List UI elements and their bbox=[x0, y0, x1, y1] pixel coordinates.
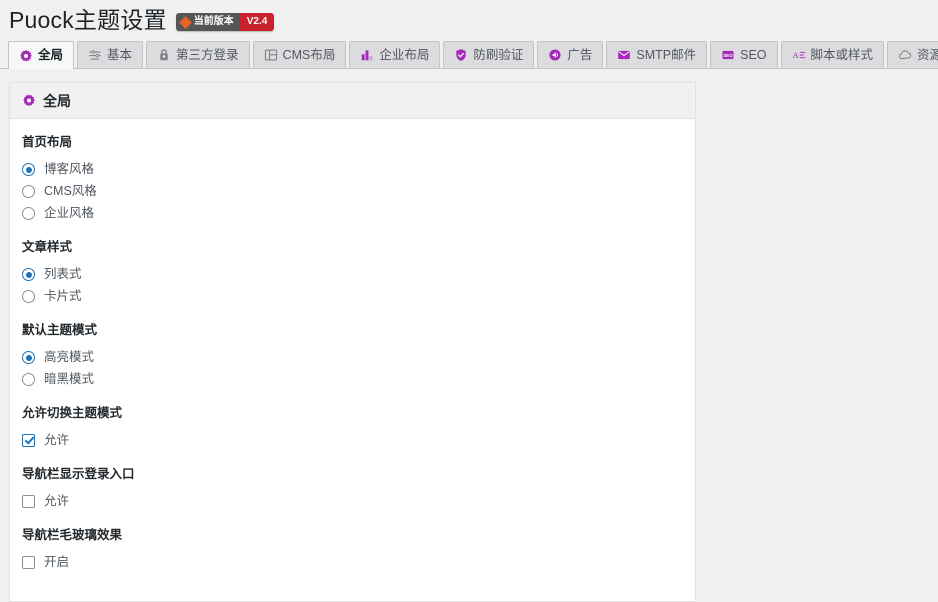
version-badge-left: 当前版本 bbox=[175, 13, 240, 31]
page-title: Puock主题设置 bbox=[9, 7, 167, 34]
seo-icon: SEO bbox=[721, 48, 735, 62]
code-icon: A bbox=[792, 48, 806, 62]
field-label: 文章样式 bbox=[22, 240, 73, 254]
diamond-icon bbox=[178, 15, 192, 29]
mail-icon bbox=[617, 48, 631, 62]
option-label: 企业风格 bbox=[44, 206, 95, 221]
option-label: 卡片式 bbox=[44, 289, 82, 304]
radio-option[interactable]: 博客风格 bbox=[22, 161, 683, 178]
radio-option[interactable]: 高亮模式 bbox=[22, 349, 683, 366]
svg-text:A: A bbox=[792, 50, 799, 60]
tab-6[interactable]: 防刷验证 bbox=[443, 41, 535, 68]
page-header: Puock主题设置 当前版本 V2.4 bbox=[0, 0, 938, 36]
field-label: 首页布局 bbox=[22, 135, 73, 149]
radio-option[interactable]: CMS风格 bbox=[22, 183, 683, 200]
radio-option[interactable]: 企业风格 bbox=[22, 205, 683, 222]
tab-label: 基本 bbox=[107, 47, 133, 62]
sliders-icon bbox=[88, 48, 102, 62]
layout-icon bbox=[264, 48, 278, 62]
tab-label: CMS布局 bbox=[282, 47, 336, 62]
radio-option[interactable]: 卡片式 bbox=[22, 288, 683, 305]
field-label: 默认主题模式 bbox=[22, 323, 98, 337]
field-group: 导航栏显示登录入口允许 bbox=[22, 467, 683, 510]
tab-1[interactable]: 全局 bbox=[8, 41, 75, 69]
tab-3[interactable]: 第三方登录 bbox=[146, 41, 250, 68]
tab-label: 第三方登录 bbox=[176, 47, 239, 62]
field-label: 允许切换主题模式 bbox=[22, 406, 123, 420]
radio-button[interactable] bbox=[22, 207, 35, 220]
option-label: 暗黑模式 bbox=[44, 372, 95, 387]
radio-button[interactable] bbox=[22, 163, 35, 176]
field-label: 导航栏显示登录入口 bbox=[22, 467, 135, 481]
radio-button[interactable] bbox=[22, 351, 35, 364]
version-badge-right: V2.4 bbox=[239, 13, 275, 31]
option-label: 列表式 bbox=[44, 267, 82, 282]
svg-text:SEO: SEO bbox=[723, 53, 733, 58]
field-label: 导航栏毛玻璃效果 bbox=[22, 528, 123, 542]
gear-icon bbox=[22, 94, 36, 108]
option-label: 允许 bbox=[44, 433, 70, 448]
field-group: 默认主题模式高亮模式暗黑模式 bbox=[22, 323, 683, 388]
option-label: 允许 bbox=[44, 494, 70, 509]
version-badge-label: 当前版本 bbox=[193, 16, 234, 27]
tab-label: SMTP邮件 bbox=[636, 47, 697, 62]
tab-label: 防刷验证 bbox=[473, 47, 524, 62]
field-group: 导航栏毛玻璃效果开启 bbox=[22, 528, 683, 571]
radio-button[interactable] bbox=[22, 373, 35, 386]
chart-icon bbox=[360, 48, 374, 62]
shield-check-icon bbox=[454, 48, 468, 62]
tab-10[interactable]: A 脚本或样式 bbox=[780, 41, 885, 68]
tab-9[interactable]: SEO SEO bbox=[710, 41, 778, 68]
panel-header: 全局 bbox=[10, 83, 695, 119]
option-label: 开启 bbox=[44, 555, 70, 570]
field-group: 首页布局博客风格 CMS风格企业风格 bbox=[22, 135, 683, 222]
field-group: 文章样式列表式卡片式 bbox=[22, 240, 683, 305]
tab-2[interactable]: 基本 bbox=[77, 41, 144, 68]
radio-button[interactable] bbox=[22, 185, 35, 198]
gear-icon bbox=[19, 49, 33, 63]
option-label: 高亮模式 bbox=[44, 350, 95, 365]
version-badge: 当前版本 V2.4 bbox=[175, 13, 275, 31]
checkbox-option[interactable]: 开启 bbox=[22, 554, 683, 571]
field-group: 允许切换主题模式允许 bbox=[22, 406, 683, 449]
lock-icon bbox=[157, 48, 171, 62]
checkbox-input[interactable] bbox=[22, 495, 35, 508]
tab-label: 广告 bbox=[567, 47, 593, 62]
checkbox-option[interactable]: 允许 bbox=[22, 432, 683, 449]
radio-button[interactable] bbox=[22, 290, 35, 303]
panel-body: 首页布局博客风格 CMS风格企业风格文章样式列表式卡片式默认主题模式高亮模式暗黑模… bbox=[10, 119, 695, 601]
tab-label: 脚本或样式 bbox=[810, 47, 874, 62]
version-number: V2.4 bbox=[246, 16, 268, 27]
tab-4[interactable]: CMS布局 bbox=[252, 41, 347, 68]
tab-label: 企业布局 bbox=[379, 47, 430, 62]
tab-8[interactable]: SMTP邮件 bbox=[606, 41, 708, 68]
cloud-icon bbox=[898, 48, 912, 62]
radio-option[interactable]: 列表式 bbox=[22, 266, 683, 283]
radio-option[interactable]: 暗黑模式 bbox=[22, 371, 683, 388]
tab-label: SEO bbox=[740, 47, 767, 62]
tab-11[interactable]: 资源或更新 bbox=[887, 41, 938, 68]
checkbox-input[interactable] bbox=[22, 556, 35, 569]
tab-label: 全局 bbox=[38, 48, 64, 63]
tab-5[interactable]: 企业布局 bbox=[349, 41, 441, 68]
tab-label: 资源或更新 bbox=[917, 47, 938, 62]
tab-7[interactable]: 广告 bbox=[537, 41, 604, 68]
panel-title: 全局 bbox=[43, 92, 71, 109]
option-label: 博客风格 bbox=[44, 162, 95, 177]
checkbox-option[interactable]: 允许 bbox=[22, 493, 683, 510]
option-label: CMS风格 bbox=[44, 184, 97, 199]
radio-button[interactable] bbox=[22, 268, 35, 281]
megaphone-icon bbox=[548, 48, 562, 62]
tab-bar: 全局 基本 第三方登录 CMS布局 企业布局 防刷验证 广告 SMTP邮件 SEO SEO A 脚本或… bbox=[0, 38, 938, 69]
settings-panel: 全局 首页布局博客风格 CMS风格企业风格文章样式列表式卡片式默认主题模式高亮模式… bbox=[9, 82, 696, 602]
checkbox-input[interactable] bbox=[22, 434, 35, 447]
